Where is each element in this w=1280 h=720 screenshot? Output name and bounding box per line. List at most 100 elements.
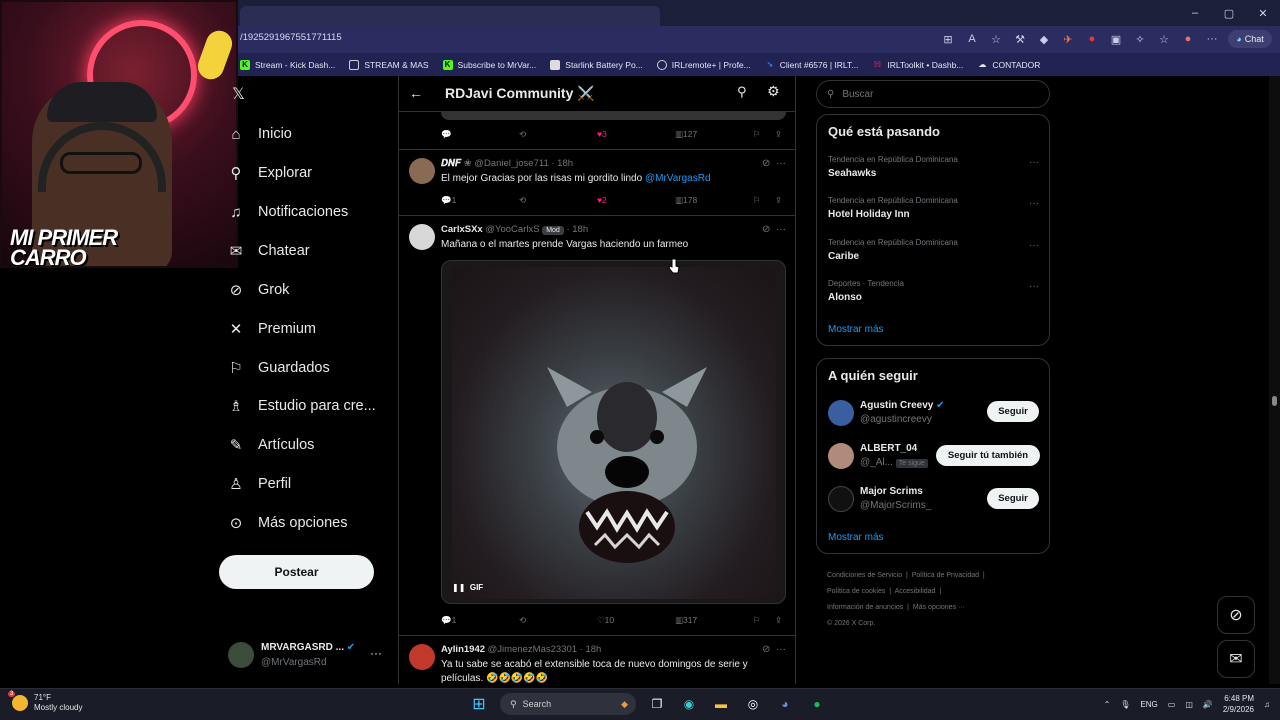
bookmark-icon[interactable]: ⚐	[753, 615, 761, 626]
language-indicator[interactable]: ENG	[1140, 700, 1157, 709]
follow-name[interactable]: Agustin Creevy ✔	[860, 400, 945, 411]
profile-icon[interactable]: ●	[1180, 30, 1196, 48]
show-more-link[interactable]: Mostrar más	[828, 532, 884, 543]
avatar[interactable]	[409, 158, 435, 184]
nav-item-guardados[interactable]: ⚐ Guardados	[228, 357, 329, 379]
weather-widget[interactable]: 3 71°F Mostly cloudy	[8, 691, 82, 713]
volume-icon[interactable]: 🔊	[1203, 700, 1213, 709]
retweet-icon[interactable]: ⟲	[519, 129, 526, 140]
bookmark-icon[interactable]: ⚐	[753, 195, 761, 206]
follow-button[interactable]: Seguir	[987, 401, 1039, 422]
gif-media[interactable]: ❚❚ GIF	[441, 260, 786, 604]
account-switcher[interactable]: MRVARGASRD ... ✔ @MrVargasRd ···	[228, 638, 388, 672]
post-button[interactable]: Postear	[219, 555, 374, 589]
bookmark-item[interactable]: ℍ IRLToolkit • Dashb...	[872, 60, 964, 70]
nav-item-chatear[interactable]: ✉ Chatear	[228, 240, 310, 262]
footer-link[interactable]: Más opciones ···	[913, 604, 965, 611]
follow-back-button[interactable]: Seguir tú también	[936, 445, 1040, 466]
extensions-puzzle-icon[interactable]: ✧	[1132, 30, 1148, 48]
nav-item-premium[interactable]: ✕ Premium	[228, 318, 316, 340]
show-more-link[interactable]: Mostrar más	[828, 324, 884, 335]
bookmark-icon[interactable]: ⚐	[753, 129, 761, 140]
extension-red-icon[interactable]: ●	[1084, 30, 1100, 48]
gear-icon[interactable]: ⚙	[767, 83, 780, 100]
bookmark-item[interactable]: K Subscribe to MrVar...	[442, 59, 536, 70]
nav-item-perfil[interactable]: ♙ Perfil	[228, 473, 291, 495]
bookmark-item[interactable]: IRLremote+ | Profe...	[656, 59, 751, 70]
notification-bell-icon[interactable]: ♫	[1264, 700, 1270, 709]
task-view-icon[interactable]: ❐	[646, 693, 668, 715]
author-name[interactable]: Aylin1942	[441, 644, 485, 655]
bookmark-item[interactable]: ☁ CONTADOR	[977, 60, 1040, 70]
footer-link[interactable]: Accesibilidad	[895, 588, 936, 595]
nav-item-articulos[interactable]: ✎ Artículos	[228, 434, 315, 456]
tweet[interactable]: 𝑫𝑵𝑭 ❀ @Daniel_jose711 · 18h ⊘ ··· El mej…	[399, 150, 795, 216]
tab-strip[interactable]	[240, 6, 660, 26]
footer-link[interactable]: Información de anuncios	[827, 604, 903, 611]
microphone-icon[interactable]: 🎙	[1120, 700, 1130, 709]
scrollbar[interactable]	[1269, 76, 1280, 684]
tweet-menu[interactable]: ⊘ ···	[762, 644, 786, 655]
taskbar-search[interactable]: ⚲ Search ◆	[500, 693, 636, 715]
menu-dots-icon[interactable]: ···	[1204, 30, 1220, 48]
nav-item-mas-opciones[interactable]: ⊙ Más opciones	[228, 512, 348, 534]
more-dots-icon[interactable]: ···	[776, 644, 786, 655]
share-icon[interactable]: ⇪	[775, 615, 782, 626]
clock[interactable]: 6:48 PM 2/9/2026	[1223, 693, 1254, 715]
trend-item[interactable]: Caribe	[828, 251, 859, 262]
trend-item[interactable]: Alonso	[828, 292, 862, 303]
tweet[interactable]: CarlxSXx @YooCarlxS Mod · 18h ⊘ ··· Maña…	[399, 216, 795, 636]
more-dots-icon[interactable]: ···	[776, 224, 786, 235]
tweet-menu[interactable]: ⊘ ···	[762, 158, 786, 169]
author-handle[interactable]: @JimenezMas23301 · 18h	[488, 644, 602, 655]
extension-icon[interactable]: ⚒	[1012, 30, 1028, 48]
author-name[interactable]: CarlxSXx	[441, 224, 483, 235]
share-icon[interactable]: ⇪	[775, 195, 782, 206]
chevron-up-icon[interactable]: ⌃	[1104, 700, 1111, 709]
extension-rocket-icon[interactable]: ✈	[1060, 30, 1076, 48]
reply-button[interactable]: 💬 1	[441, 615, 456, 626]
back-arrow-icon[interactable]: ←	[409, 85, 423, 101]
mention-link[interactable]: @MrVargasRd	[645, 173, 711, 184]
file-explorer-icon[interactable]: ▬	[710, 693, 732, 715]
copilot-chat-button[interactable]: ◕ Chat	[1228, 30, 1272, 48]
network-icon[interactable]: ◫	[1185, 700, 1193, 709]
views-button[interactable]: ▥ 178	[675, 195, 697, 206]
bookmark-item[interactable]: K Stream - Kick Dash...	[240, 59, 335, 70]
trend-item[interactable]: Hotel Holiday Inn	[828, 209, 910, 220]
edge-icon[interactable]: ◉	[678, 693, 700, 715]
url-field[interactable]: /1925291967551771115	[240, 32, 342, 43]
avatar[interactable]	[828, 400, 854, 426]
share-icon[interactable]: ⇪	[775, 129, 782, 140]
grok-fab[interactable]: ⊘	[1217, 596, 1255, 634]
spotify-icon[interactable]: ●	[806, 693, 828, 715]
messages-fab[interactable]: ✉	[1217, 640, 1255, 678]
bookmark-item[interactable]: STREAM & MAS	[349, 59, 429, 70]
nav-item-grok[interactable]: ⊘ Grok	[228, 279, 290, 301]
author-handle[interactable]: @Daniel_jose711 · 18h	[474, 158, 573, 169]
reply-icon[interactable]: 💬	[441, 129, 452, 140]
more-dots-icon[interactable]: ···	[1029, 198, 1039, 209]
grok-icon[interactable]: ⊘	[762, 644, 770, 655]
x-logo-icon[interactable]: 𝕏	[232, 84, 245, 104]
like-button[interactable]: ♡ 10	[597, 615, 614, 626]
more-dots-icon[interactable]: ···	[1029, 281, 1039, 292]
close-button[interactable]: ✕	[1246, 0, 1280, 26]
like-button[interactable]: ♥ 2	[597, 195, 607, 205]
favorite-star-icon[interactable]: ☆	[988, 30, 1004, 48]
favorites-icon[interactable]: ☆	[1156, 30, 1172, 48]
views-button[interactable]: ▥ 127	[675, 129, 697, 140]
scroll-thumb[interactable]	[1272, 396, 1277, 406]
display-icon[interactable]: ▭	[1168, 700, 1176, 709]
follow-button[interactable]: Seguir	[987, 488, 1039, 509]
nav-item-notificaciones[interactable]: ♫ Notificaciones	[228, 201, 348, 223]
more-dots-icon[interactable]: ···	[1029, 240, 1039, 251]
footer-link[interactable]: Política de Privacidad	[912, 572, 979, 579]
maximize-button[interactable]: ▢	[1212, 0, 1246, 26]
views-button[interactable]: ▥ 317	[675, 615, 697, 626]
search-icon[interactable]: ⚲	[737, 84, 747, 100]
extension-diamond-icon[interactable]: ◆	[1036, 30, 1052, 48]
avatar[interactable]	[409, 224, 435, 250]
follow-name[interactable]: Major Scrims	[860, 486, 923, 497]
footer-link[interactable]: Condiciones de Servicio	[827, 572, 902, 579]
